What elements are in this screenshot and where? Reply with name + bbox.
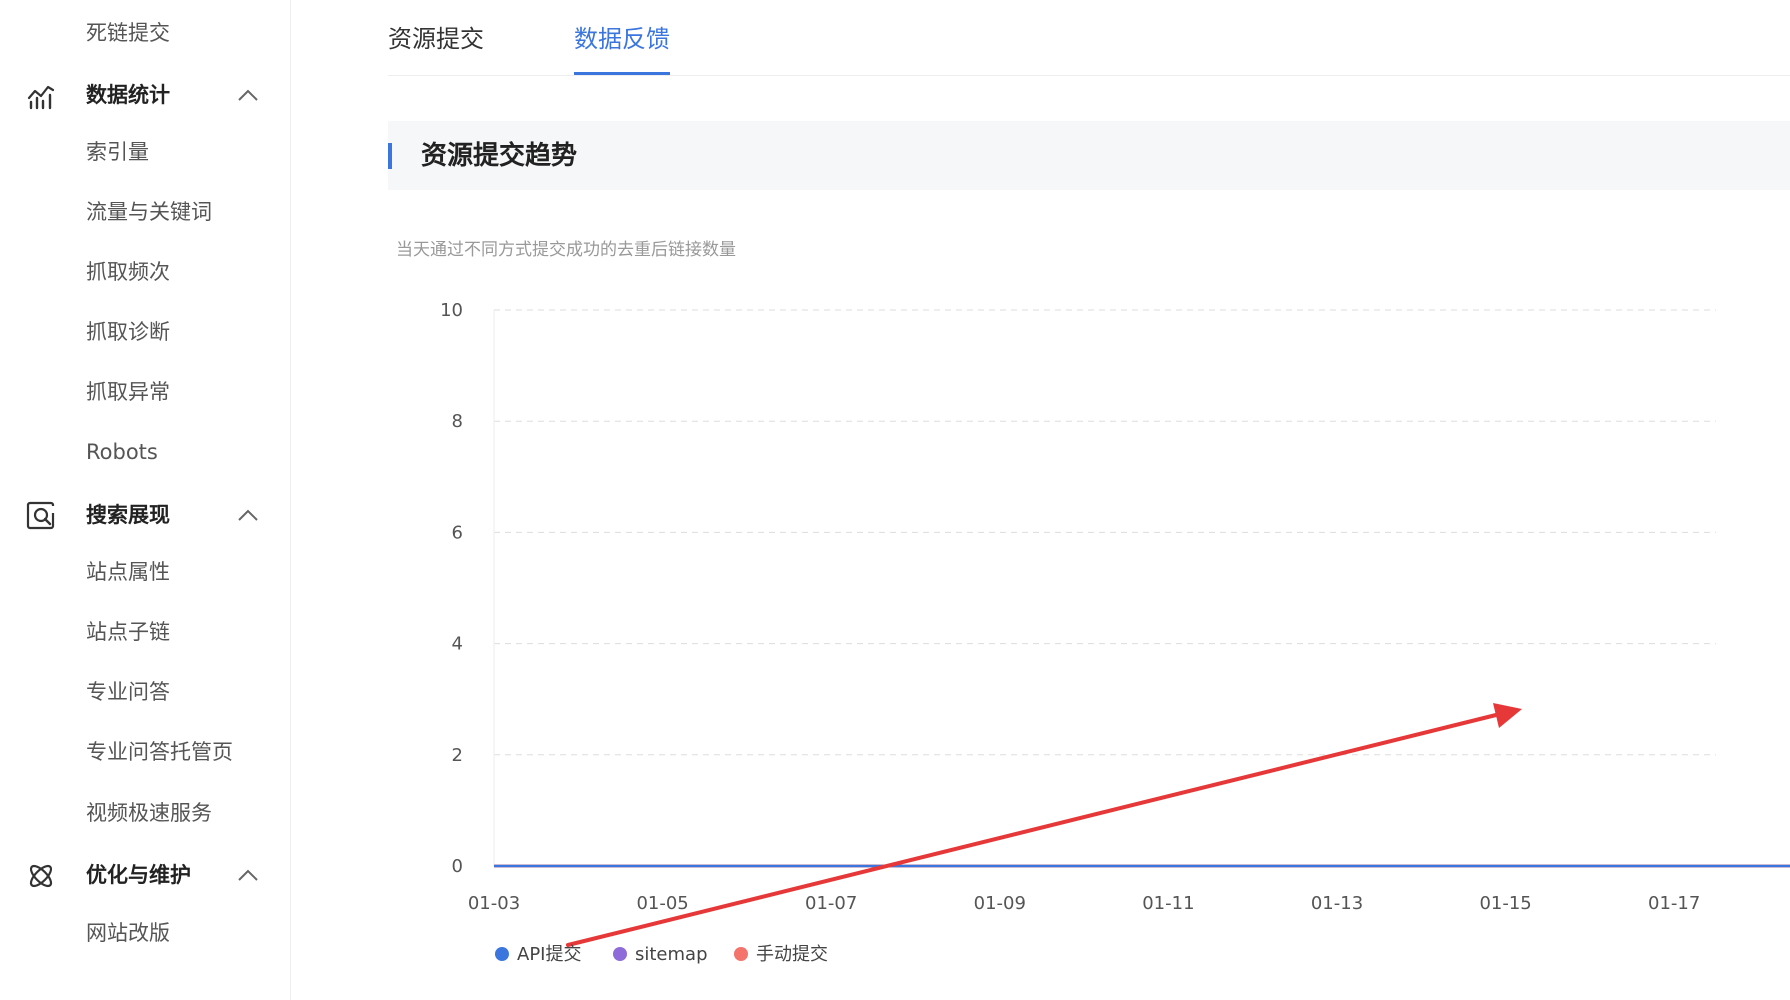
x-tick-label: 01-09 xyxy=(974,893,1026,914)
chart-series xyxy=(493,864,1790,868)
legend-dot xyxy=(495,947,509,961)
x-tick-label: 01-03 xyxy=(468,893,520,914)
legend-dot xyxy=(613,947,627,961)
series-line-0 xyxy=(493,864,1790,868)
legend-item[interactable]: sitemap xyxy=(613,944,708,965)
annotation-arrow-head xyxy=(1493,703,1522,728)
annotation xyxy=(566,703,1522,947)
y-tick-label: 10 xyxy=(440,300,463,321)
y-tick-label: 8 xyxy=(452,411,463,432)
x-tick-label: 01-11 xyxy=(1142,893,1194,914)
chart-grid xyxy=(493,309,1716,866)
legend-label: 手动提交 xyxy=(756,944,828,965)
chart-legend[interactable]: API提交 sitemap 手动提交 xyxy=(495,944,828,965)
chart-y-ticks: 0 2 4 6 8 10 xyxy=(440,300,463,877)
chart-x-ticks: 01-03 01-05 01-07 01-09 01-11 01-13 01-15 01-17… xyxy=(468,893,1701,914)
x-tick-label: 01-13 xyxy=(1311,893,1363,914)
trend-line-chart: 0246810 01-03 01-05 01-07 01-09 01-11 01-13 01… xyxy=(440,300,1790,965)
legend-dot xyxy=(734,947,748,961)
y-tick-label: 4 xyxy=(452,634,463,655)
x-tick-label: 01-07 xyxy=(805,893,857,914)
y-tick-label: 6 xyxy=(452,522,463,543)
x-tick-label: 01-15 xyxy=(1479,893,1531,914)
legend-label: sitemap xyxy=(635,944,708,965)
legend-item[interactable]: API提交 xyxy=(495,944,581,965)
x-tick-label: 01-05 xyxy=(636,893,688,914)
legend-label: API提交 xyxy=(517,944,581,965)
y-tick-label: 2 xyxy=(452,745,463,766)
y-tick-label: 0 xyxy=(452,856,463,877)
legend-item[interactable]: 手动提交 xyxy=(734,944,828,965)
x-tick-label: 01-17 xyxy=(1648,893,1700,914)
